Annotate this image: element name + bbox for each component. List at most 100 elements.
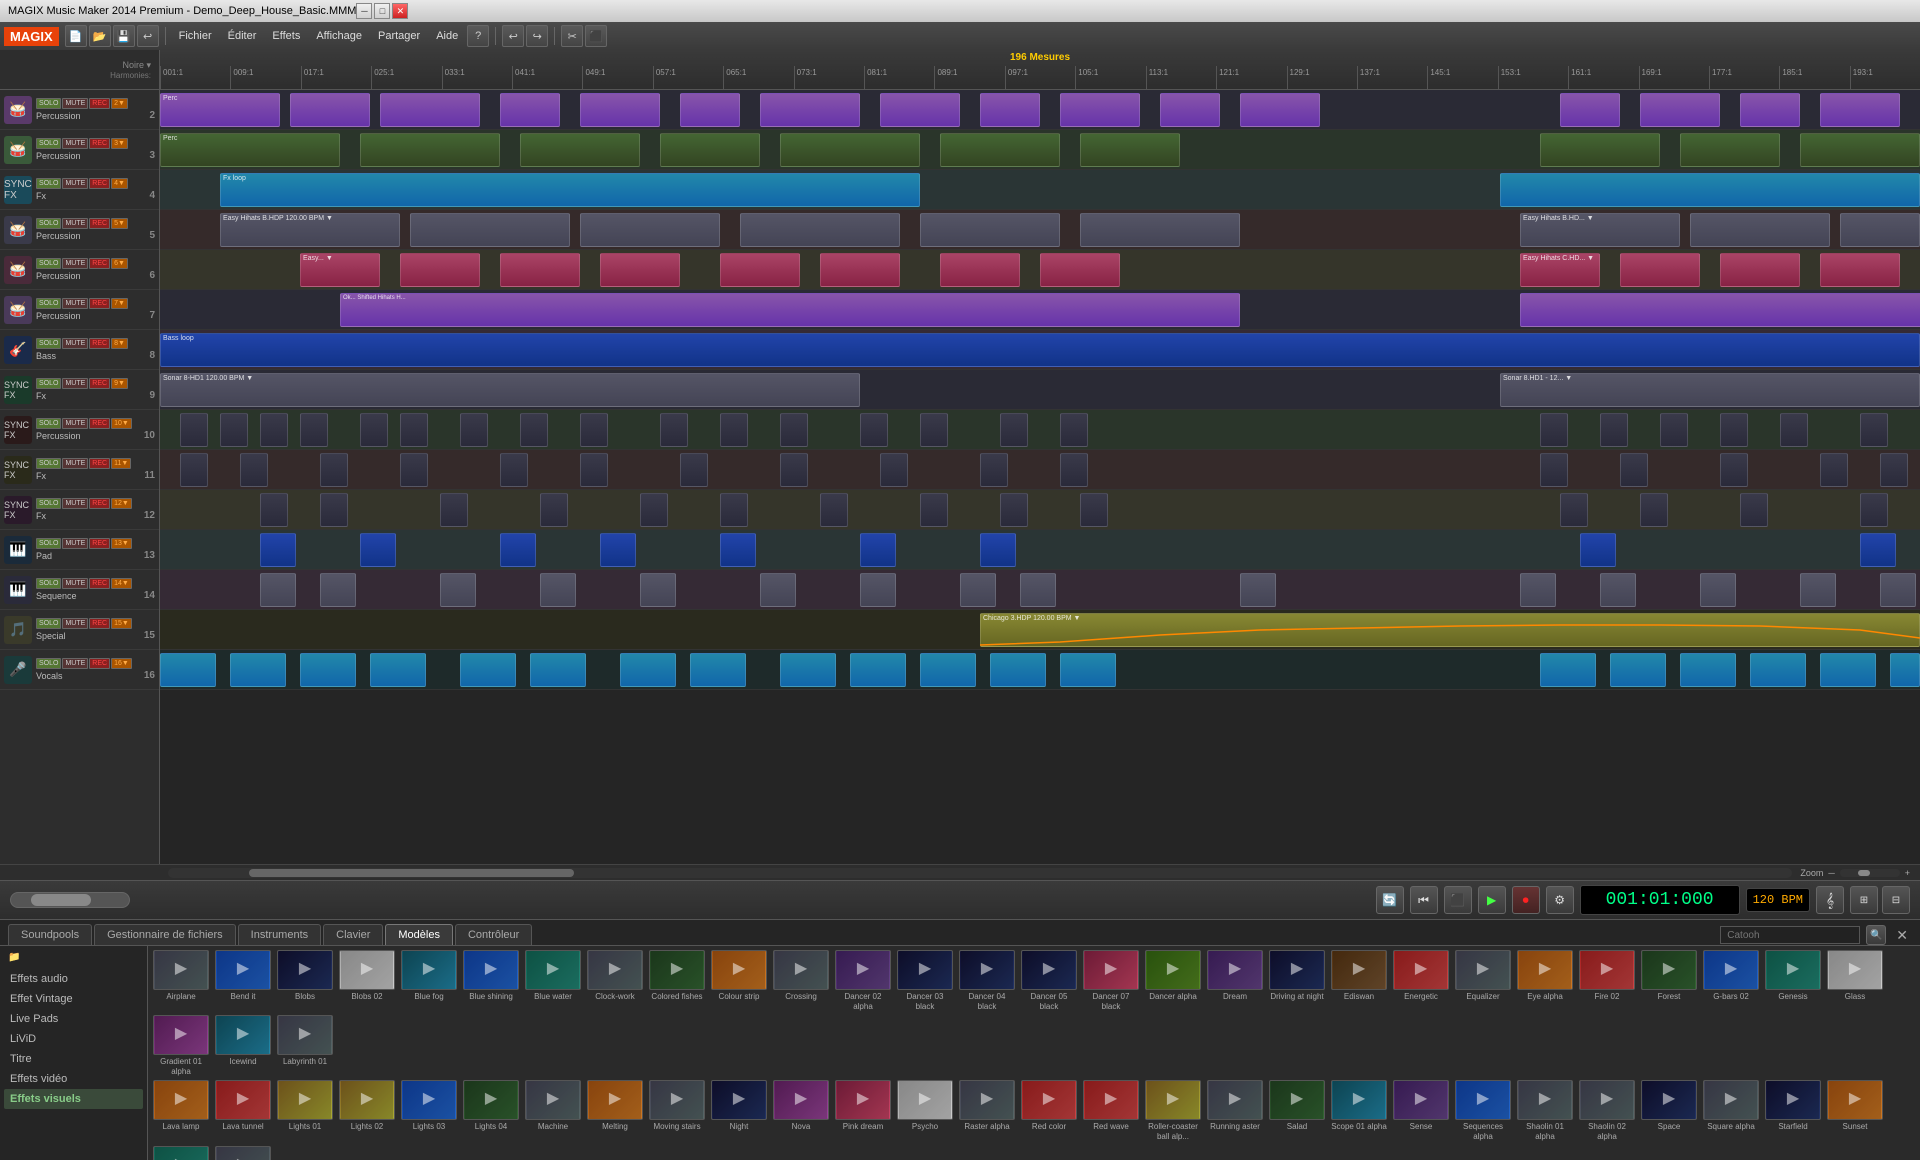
clip[interactable] bbox=[960, 573, 996, 607]
clip[interactable] bbox=[1620, 453, 1648, 487]
media-item[interactable]: ▶Dancer 04 black bbox=[958, 950, 1016, 1011]
clip[interactable]: Bass loop bbox=[160, 333, 1920, 367]
rec-btn-13[interactable]: REC bbox=[89, 538, 110, 549]
tab-gestionnaire[interactable]: Gestionnaire de fichiers bbox=[94, 924, 236, 945]
media-item[interactable]: ▶Lights 02 bbox=[338, 1080, 396, 1141]
media-item[interactable]: ▶Blobs 02 bbox=[338, 950, 396, 1011]
clip[interactable] bbox=[1160, 93, 1220, 127]
media-item[interactable]: ▶Moving stairs bbox=[648, 1080, 706, 1141]
clip[interactable]: Fx loop bbox=[220, 173, 920, 207]
clip[interactable] bbox=[290, 93, 370, 127]
clip[interactable] bbox=[1720, 413, 1748, 447]
clip[interactable] bbox=[360, 413, 388, 447]
media-item[interactable]: ▶Melting bbox=[586, 1080, 644, 1141]
track-row-10[interactable] bbox=[160, 410, 1920, 450]
toolbar-help[interactable]: ? bbox=[467, 25, 489, 47]
clip[interactable]: Chicago 3.HDP 120.00 BPM ▼ bbox=[980, 613, 1920, 647]
media-item[interactable]: ▶Scope 01 alpha bbox=[1330, 1080, 1388, 1141]
toolbar-undo2[interactable]: ↩ bbox=[502, 25, 524, 47]
media-item[interactable]: ▶Eye alpha bbox=[1516, 950, 1574, 1011]
clip[interactable] bbox=[500, 253, 580, 287]
clip[interactable] bbox=[760, 93, 860, 127]
fx-btn-13[interactable]: 13▼ bbox=[111, 538, 132, 549]
search-icon[interactable]: 🔍 bbox=[1866, 925, 1886, 945]
media-item[interactable]: ▶Dancer 02 alpha bbox=[834, 950, 892, 1011]
clip[interactable] bbox=[240, 453, 268, 487]
clip[interactable] bbox=[920, 413, 948, 447]
clip[interactable] bbox=[1840, 213, 1920, 247]
solo-btn-9[interactable]: SOLO bbox=[36, 378, 61, 389]
clip[interactable] bbox=[540, 573, 576, 607]
clip[interactable] bbox=[500, 533, 536, 567]
media-item[interactable]: ▶Sequences alpha bbox=[1454, 1080, 1512, 1141]
media-item[interactable]: ▶Glass bbox=[1826, 950, 1884, 1011]
media-item[interactable]: ▶Blue water bbox=[524, 950, 582, 1011]
clip[interactable] bbox=[940, 253, 1020, 287]
rec-btn-7[interactable]: REC bbox=[89, 298, 110, 309]
clip[interactable] bbox=[1690, 213, 1830, 247]
rec-btn-15[interactable]: REC bbox=[89, 618, 110, 629]
clip[interactable] bbox=[540, 493, 568, 527]
clip[interactable] bbox=[640, 573, 676, 607]
clip[interactable] bbox=[1520, 293, 1920, 327]
clip[interactable] bbox=[1740, 93, 1800, 127]
media-item[interactable]: ▶Dancer 07 black bbox=[1082, 950, 1140, 1011]
media-item[interactable]: ▶Lava tunnel bbox=[214, 1080, 272, 1141]
media-item[interactable]: ▶Tentacle 02 alpha bbox=[152, 1146, 210, 1160]
media-item[interactable]: ▶Night bbox=[710, 1080, 768, 1141]
clip[interactable] bbox=[1860, 413, 1888, 447]
media-item[interactable]: ▶Colored fishes bbox=[648, 950, 706, 1011]
sidebar-effets-audio[interactable]: Effets audio bbox=[4, 969, 143, 989]
clip[interactable] bbox=[640, 493, 668, 527]
clip[interactable] bbox=[660, 413, 688, 447]
clip[interactable] bbox=[1000, 493, 1028, 527]
zoom-out-btn[interactable]: ─ bbox=[1826, 868, 1836, 878]
track-row-3[interactable]: Perc bbox=[160, 130, 1920, 170]
media-item[interactable]: ▶Lights 01 bbox=[276, 1080, 334, 1141]
solo-btn-5[interactable]: SOLO bbox=[36, 218, 61, 229]
clip[interactable] bbox=[620, 653, 676, 687]
clip[interactable] bbox=[300, 413, 328, 447]
media-item[interactable]: ▶Dancer alpha bbox=[1144, 950, 1202, 1011]
mute-btn-15[interactable]: MUTE bbox=[62, 618, 88, 629]
clip[interactable] bbox=[1610, 653, 1666, 687]
solo-btn-10[interactable]: SOLO bbox=[36, 418, 61, 429]
clip[interactable] bbox=[980, 93, 1040, 127]
fx-btn-5[interactable]: 5▼ bbox=[111, 218, 128, 229]
rec-btn-10[interactable]: REC bbox=[89, 418, 110, 429]
clip[interactable] bbox=[1600, 413, 1628, 447]
fx-btn-15[interactable]: 15▼ bbox=[111, 618, 132, 629]
clip[interactable] bbox=[1660, 413, 1688, 447]
fx-btn-8[interactable]: 8▼ bbox=[111, 338, 128, 349]
record-btn[interactable]: ⏺ bbox=[1512, 886, 1540, 914]
media-item[interactable]: ▶Running aster bbox=[1206, 1080, 1264, 1141]
clip[interactable] bbox=[660, 133, 760, 167]
clip[interactable] bbox=[260, 493, 288, 527]
media-item[interactable]: ▶Driving at night bbox=[1268, 950, 1326, 1011]
clip[interactable]: Sonar 8.HD1 - 12... ▼ bbox=[1500, 373, 1920, 407]
track-row-11[interactable] bbox=[160, 450, 1920, 490]
track-row-8[interactable]: Bass loop bbox=[160, 330, 1920, 370]
clip[interactable] bbox=[1240, 573, 1276, 607]
clip[interactable] bbox=[740, 213, 900, 247]
media-item[interactable]: ▶Machine bbox=[524, 1080, 582, 1141]
mute-btn-5[interactable]: MUTE bbox=[62, 218, 88, 229]
clip[interactable] bbox=[1520, 573, 1556, 607]
mute-btn-7[interactable]: MUTE bbox=[62, 298, 88, 309]
clip[interactable] bbox=[260, 413, 288, 447]
solo-btn-6[interactable]: SOLO bbox=[36, 258, 61, 269]
clip[interactable] bbox=[860, 573, 896, 607]
mute-btn-10[interactable]: MUTE bbox=[62, 418, 88, 429]
master-scroll-thumb[interactable] bbox=[31, 894, 91, 906]
clip[interactable] bbox=[1800, 133, 1920, 167]
menu-aide[interactable]: Aide bbox=[429, 27, 465, 45]
solo-btn-14[interactable]: SOLO bbox=[36, 578, 61, 589]
clip[interactable] bbox=[720, 253, 800, 287]
clip[interactable] bbox=[320, 493, 348, 527]
menu-fichier[interactable]: Fichier bbox=[172, 27, 219, 45]
clip[interactable] bbox=[1020, 573, 1056, 607]
mute-btn-16[interactable]: MUTE bbox=[62, 658, 88, 669]
clip[interactable]: Easy Hihats C.HD... ▼ bbox=[1520, 253, 1600, 287]
clip[interactable]: Easy Hihats B.HD... ▼ bbox=[1520, 213, 1680, 247]
media-item[interactable]: ▶Train bbox=[214, 1146, 272, 1160]
